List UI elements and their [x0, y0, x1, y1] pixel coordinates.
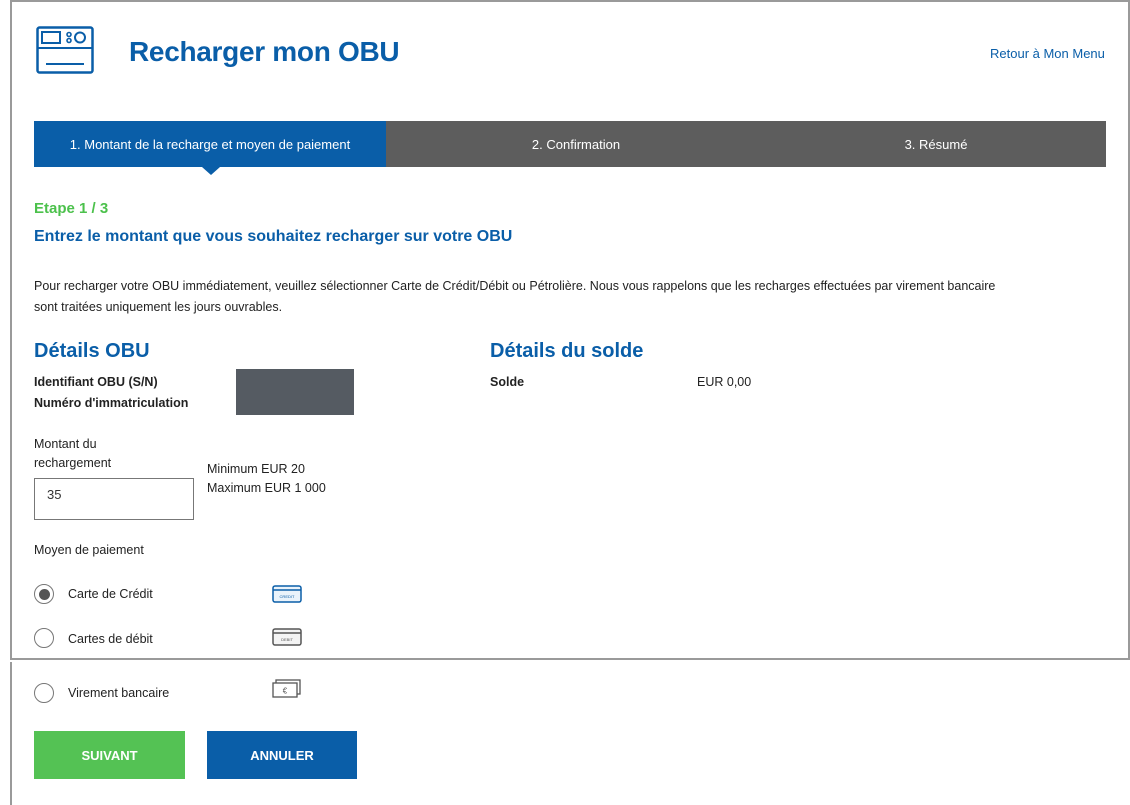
obu-details-title: Détails OBU: [34, 340, 150, 362]
step-2-confirmation[interactable]: 2. Confirmation: [386, 121, 766, 167]
section-headline: Entrez le montant que vous souhaitez rec…: [34, 228, 513, 245]
amount-min: Minimum EUR 20: [207, 462, 305, 476]
amount-label-line2: rechargement: [34, 456, 112, 470]
amount-max: Maximum EUR 1 000: [207, 481, 326, 495]
stepper: 1. Montant de la recharge et moyen de pa…: [34, 121, 1106, 175]
credit-card-icon: CREDIT: [272, 585, 302, 603]
debit-card-icon-text: DEBIT: [281, 637, 293, 642]
amount-input[interactable]: 35: [34, 478, 194, 520]
step-3-summary[interactable]: 3. Résumé: [766, 121, 1106, 167]
step-indicator: Etape 1 / 3: [34, 200, 109, 217]
payment-method-label: Moyen de paiement: [34, 543, 144, 557]
credit-card-icon-text: CREDIT: [280, 594, 295, 599]
step-1-amount-payment[interactable]: 1. Montant de la recharge et moyen de pa…: [34, 121, 386, 175]
debit-card-icon: DEBIT: [272, 628, 302, 646]
radio-bank-transfer[interactable]: [34, 683, 54, 703]
obu-device-icon: [36, 26, 94, 74]
radio-credit-card[interactable]: [34, 584, 54, 604]
page-frame-top: [10, 0, 1130, 660]
balance-label: Solde: [490, 375, 525, 389]
radio-debit-card[interactable]: [34, 628, 54, 648]
bank-transfer-icon-text: €: [283, 687, 288, 696]
next-button[interactable]: SUIVANT: [34, 731, 185, 779]
info-line-1: Pour recharger votre OBU immédiatement, …: [34, 279, 996, 293]
info-paragraph: Pour recharger votre OBU immédiatement, …: [34, 276, 1109, 318]
obu-id-label: Identifiant OBU (S/N): [34, 375, 158, 389]
masked-obu-values: [236, 369, 354, 415]
plate-number-label: Numéro d'immatriculation: [34, 396, 189, 410]
amount-label-line1: Montant du: [34, 437, 97, 451]
cancel-button[interactable]: ANNULER: [207, 731, 357, 779]
option-credit-card-label[interactable]: Carte de Crédit: [68, 587, 153, 601]
bank-transfer-icon: €: [272, 679, 301, 698]
page-title: Recharger mon OBU: [129, 36, 400, 67]
balance-value: EUR 0,00: [697, 375, 752, 389]
option-debit-card-label[interactable]: Cartes de débit: [68, 632, 153, 646]
balance-details-title: Détails du solde: [490, 340, 644, 362]
info-line-2: sont traitées uniquement les jours ouvra…: [34, 300, 283, 314]
option-bank-transfer-label[interactable]: Virement bancaire: [68, 686, 169, 700]
radio-selected-dot: [38, 588, 50, 600]
back-to-menu-link[interactable]: Retour à Mon Menu: [990, 46, 1105, 61]
